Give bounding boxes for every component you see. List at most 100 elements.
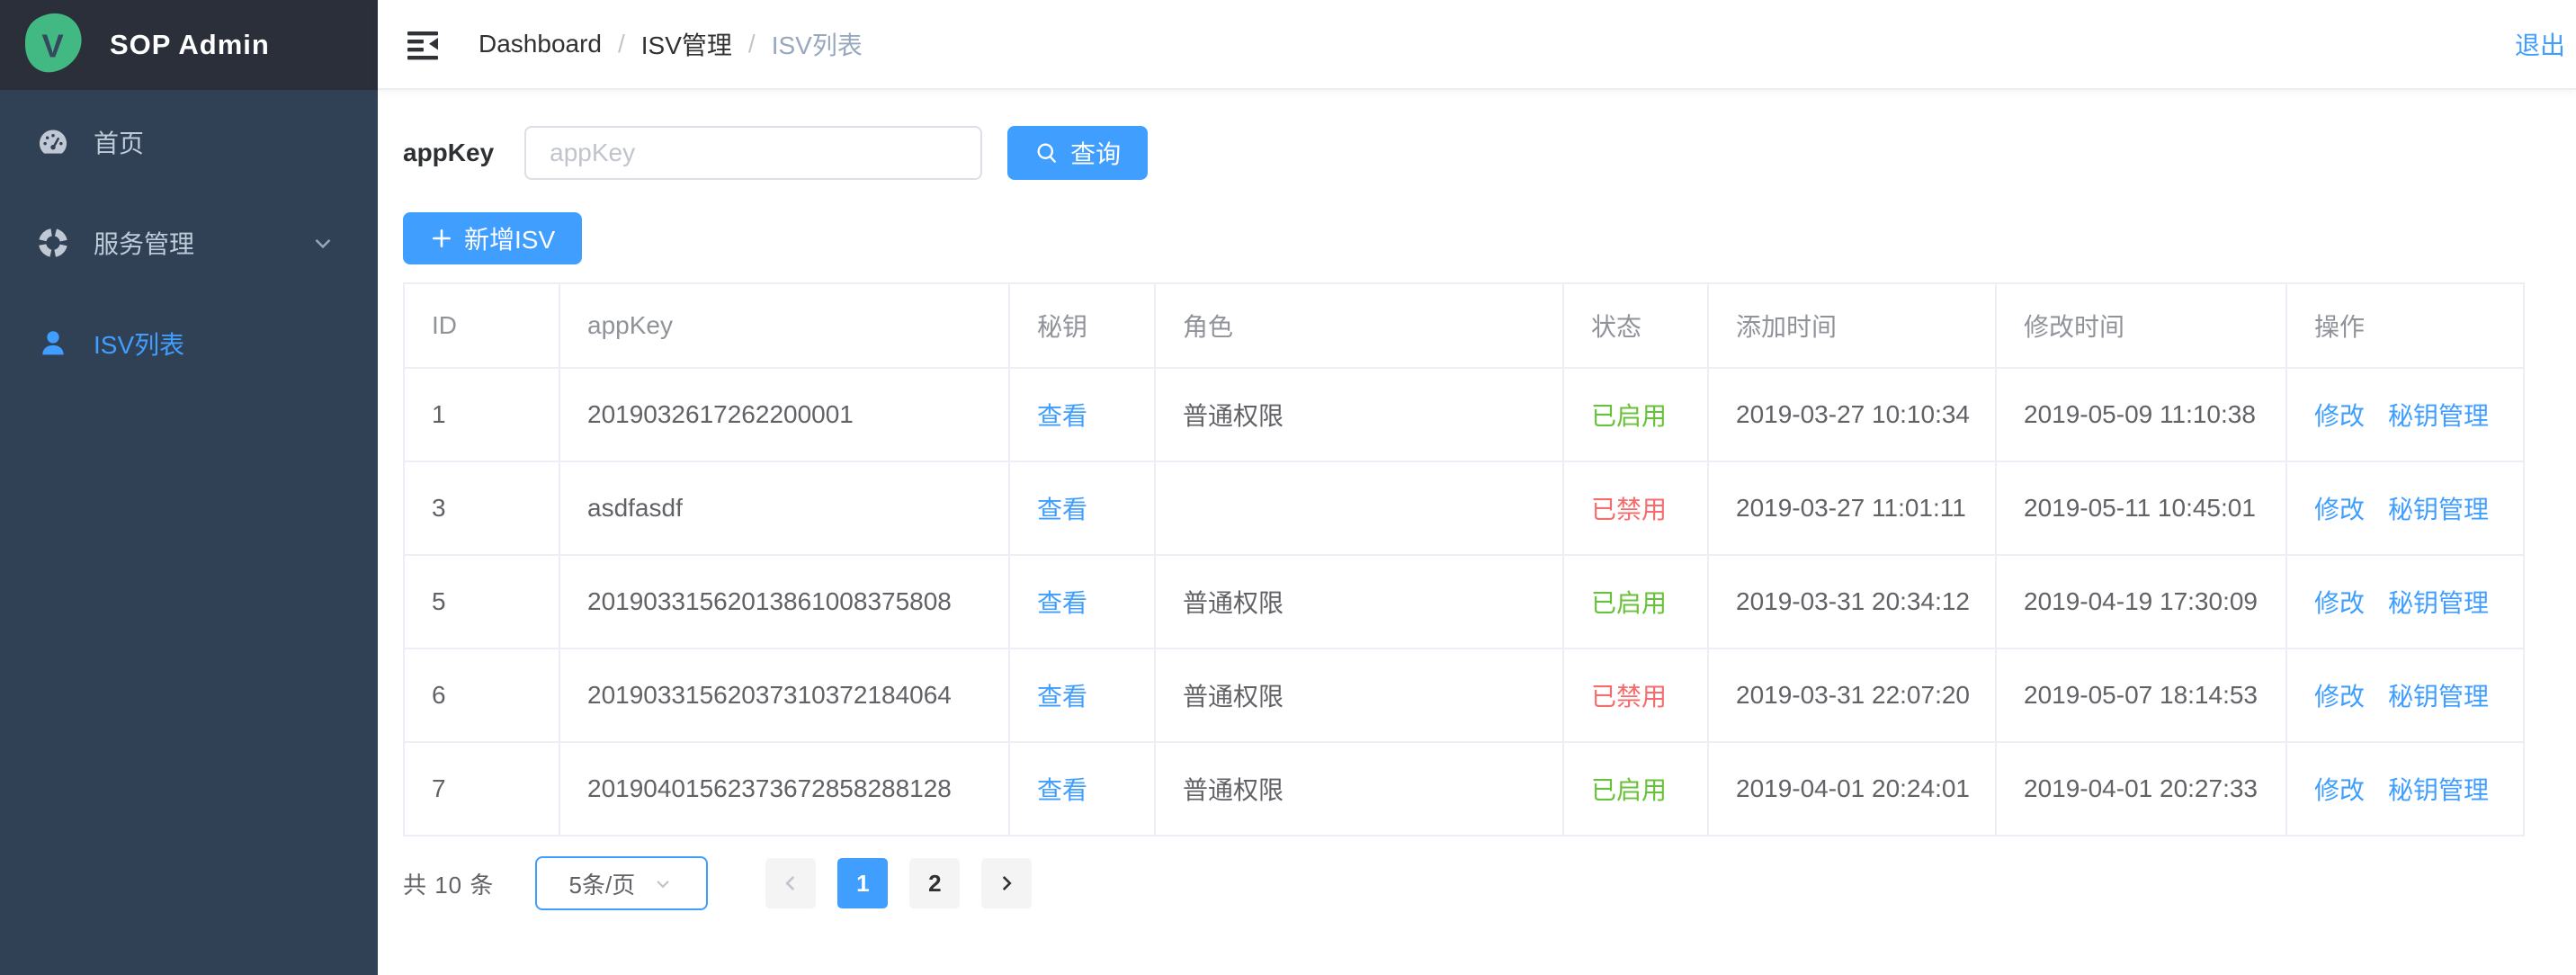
breadcrumb-dashboard[interactable]: Dashboard — [479, 30, 602, 58]
cell-modified-time: 2019-04-01 20:27:33 — [1996, 742, 2286, 836]
secret-manage-link[interactable]: 秘钥管理 — [2388, 776, 2489, 804]
cell-role — [1155, 461, 1563, 555]
cell-modified-time: 2019-05-09 11:10:38 — [1996, 368, 2286, 461]
sidebar-item-label: 首页 — [94, 124, 144, 160]
app-logo-icon: V — [20, 10, 90, 80]
cell-appkey: 20190331562013861008375808 — [559, 555, 1009, 649]
app-root: V SOP Admin 首页 — [0, 0, 2576, 975]
app-title: SOP Admin — [110, 29, 270, 61]
breadcrumb-separator: / — [618, 30, 625, 58]
edit-link[interactable]: 修改 — [2314, 496, 2365, 523]
total-count-label: 共 10 条 — [403, 867, 494, 900]
chevron-down-icon — [651, 872, 675, 895]
col-header-appkey: appKey — [559, 283, 1009, 368]
next-page-button[interactable] — [981, 858, 1032, 908]
cell-added-time: 2019-03-27 11:01:11 — [1708, 461, 1996, 555]
secret-manage-link[interactable]: 秘钥管理 — [2388, 496, 2489, 523]
logo-bar[interactable]: V SOP Admin — [0, 0, 378, 90]
table-row: 5 20190331562013861008375808 查看 普通权限 已启用… — [404, 555, 2524, 649]
edit-link[interactable]: 修改 — [2314, 683, 2365, 711]
status-badge: 已启用 — [1591, 589, 1667, 617]
status-badge: 已启用 — [1591, 776, 1667, 804]
pagination: 共 10 条 5条/页 1 2 — [403, 856, 2551, 910]
edit-link[interactable]: 修改 — [2314, 589, 2365, 617]
table-row: 7 20190401562373672858288128 查看 普通权限 已启用… — [404, 742, 2524, 836]
status-badge: 已启用 — [1591, 402, 1667, 430]
isv-table: ID appKey 秘钥 角色 状态 添加时间 修改时间 操作 1 201903… — [403, 282, 2525, 836]
search-button[interactable]: 查询 — [1007, 126, 1148, 180]
dashboard-icon — [36, 125, 70, 159]
col-header-actions: 操作 — [2286, 283, 2524, 368]
plus-icon — [430, 227, 453, 250]
cell-role: 普通权限 — [1155, 742, 1563, 836]
table-row: 1 2019032617262200001 查看 普通权限 已启用 2019-0… — [404, 368, 2524, 461]
add-isv-button[interactable]: 新增ISV — [403, 212, 582, 264]
sidebar-item-home[interactable]: 首页 — [0, 92, 378, 192]
col-header-modified-time: 修改时间 — [1996, 283, 2286, 368]
table-header-row: ID appKey 秘钥 角色 状态 添加时间 修改时间 操作 — [404, 283, 2524, 368]
breadcrumb-isv-list: ISV列表 — [772, 26, 863, 62]
secret-manage-link[interactable]: 秘钥管理 — [2388, 402, 2489, 430]
chevron-down-icon — [309, 229, 336, 256]
cell-added-time: 2019-03-27 10:10:34 — [1708, 368, 1996, 461]
chevron-left-icon — [779, 872, 802, 895]
table-row: 6 20190331562037310372184064 查看 普通权限 已禁用… — [404, 649, 2524, 742]
page-button-1[interactable]: 1 — [837, 858, 888, 908]
pager: 1 2 — [744, 858, 1032, 908]
chevron-right-icon — [995, 872, 1018, 895]
add-isv-button-label: 新增ISV — [464, 220, 555, 256]
appkey-input[interactable] — [524, 126, 982, 180]
prev-page-button[interactable] — [765, 858, 816, 908]
col-header-status: 状态 — [1563, 283, 1708, 368]
pie-icon — [36, 226, 70, 260]
cell-id: 7 — [404, 742, 559, 836]
secret-manage-link[interactable]: 秘钥管理 — [2388, 683, 2489, 711]
cell-appkey: asdfasdf — [559, 461, 1009, 555]
page-content: appKey 查询 — [378, 90, 2576, 910]
breadcrumb: Dashboard / ISV管理 / ISV列表 — [479, 26, 863, 62]
page-size-select[interactable]: 5条/页 — [535, 856, 708, 910]
sidebar-item-services[interactable]: 服务管理 — [0, 192, 378, 293]
cell-appkey: 2019032617262200001 — [559, 368, 1009, 461]
view-secret-link[interactable]: 查看 — [1037, 589, 1087, 617]
sidebar-item-isv-list[interactable]: ISV列表 — [0, 293, 378, 394]
cell-role: 普通权限 — [1155, 555, 1563, 649]
logo-letter: V — [41, 27, 64, 64]
sidebar-item-label: 服务管理 — [94, 225, 194, 261]
cell-appkey: 20190401562373672858288128 — [559, 742, 1009, 836]
search-form: appKey 查询 — [403, 126, 2551, 180]
user-icon — [36, 326, 70, 361]
col-header-secret: 秘钥 — [1009, 283, 1155, 368]
main-area: Dashboard / ISV管理 / ISV列表 退出 appKey — [378, 0, 2576, 975]
search-button-label: 查询 — [1070, 135, 1121, 171]
sidebar: V SOP Admin 首页 — [0, 0, 378, 975]
cell-added-time: 2019-04-01 20:24:01 — [1708, 742, 1996, 836]
breadcrumb-isv-manage[interactable]: ISV管理 — [641, 26, 732, 62]
cell-added-time: 2019-03-31 20:34:12 — [1708, 555, 1996, 649]
page-button-2[interactable]: 2 — [909, 858, 960, 908]
view-secret-link[interactable]: 查看 — [1037, 776, 1087, 804]
page-size-value: 5条/页 — [569, 867, 636, 900]
edit-link[interactable]: 修改 — [2314, 402, 2365, 430]
cell-role: 普通权限 — [1155, 649, 1563, 742]
view-secret-link[interactable]: 查看 — [1037, 496, 1087, 523]
cell-modified-time: 2019-04-19 17:30:09 — [1996, 555, 2286, 649]
cell-id: 3 — [404, 461, 559, 555]
cell-modified-time: 2019-05-07 18:14:53 — [1996, 649, 2286, 742]
secret-manage-link[interactable]: 秘钥管理 — [2388, 589, 2489, 617]
navbar: Dashboard / ISV管理 / ISV列表 退出 — [378, 0, 2576, 90]
cell-role: 普通权限 — [1155, 368, 1563, 461]
breadcrumb-separator: / — [748, 30, 756, 58]
sidebar-menu: 首页 服务管理 — [0, 90, 378, 394]
cell-id: 6 — [404, 649, 559, 742]
edit-link[interactable]: 修改 — [2314, 776, 2365, 804]
col-header-role: 角色 — [1155, 283, 1563, 368]
hamburger-icon[interactable] — [405, 26, 441, 62]
logout-link[interactable]: 退出 — [2515, 26, 2567, 62]
view-secret-link[interactable]: 查看 — [1037, 402, 1087, 430]
table-row: 3 asdfasdf 查看 已禁用 2019-03-27 11:01:11 20… — [404, 461, 2524, 555]
view-secret-link[interactable]: 查看 — [1037, 683, 1087, 711]
cell-modified-time: 2019-05-11 10:45:01 — [1996, 461, 2286, 555]
search-icon — [1034, 140, 1060, 165]
cell-id: 5 — [404, 555, 559, 649]
